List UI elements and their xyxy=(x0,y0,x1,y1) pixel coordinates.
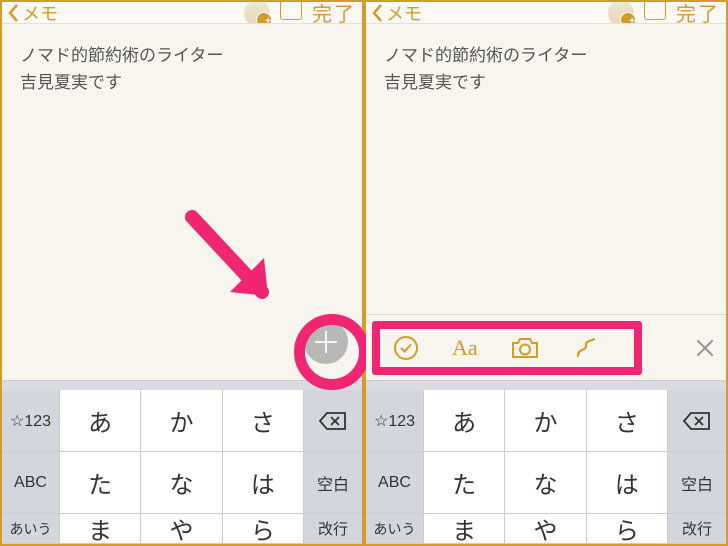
note-text: ノマド的節約術のライター 吉見夏実です xyxy=(384,42,708,96)
key-sa[interactable]: さ xyxy=(587,390,668,452)
keyboard: ☆123 あ か さ ABC た な は 空白 あいう ま や ら 改行 xyxy=(2,380,362,544)
key-ma[interactable]: ま xyxy=(424,514,505,544)
key-ra[interactable]: ら xyxy=(587,514,668,544)
camera-icon[interactable] xyxy=(510,336,540,360)
note-text: ノマド的節約術のライター 吉見夏実です xyxy=(20,42,344,96)
note-body[interactable]: ノマド的節約術のライター 吉見夏実です xyxy=(366,24,726,314)
checklist-icon[interactable] xyxy=(392,334,420,362)
key-ta[interactable]: た xyxy=(60,452,141,514)
key-a[interactable]: あ xyxy=(60,390,141,452)
left-screenshot: メモ + 完了 ノマド的節約術のライター 吉見夏実です ☆123 あ か さ xyxy=(2,2,362,544)
share-icon[interactable] xyxy=(280,2,302,20)
key-ma[interactable]: ま xyxy=(60,514,141,544)
key-ha[interactable]: は xyxy=(223,452,304,514)
key-mode-kana[interactable]: あいう xyxy=(2,514,60,544)
nav-right: + 完了 xyxy=(608,2,720,24)
key-ra[interactable]: ら xyxy=(223,514,304,544)
close-toolbar-button[interactable] xyxy=(694,337,716,359)
key-ya[interactable]: や xyxy=(505,514,586,544)
chevron-left-icon xyxy=(370,2,384,24)
key-return[interactable]: 改行 xyxy=(668,514,726,544)
key-mode-abc[interactable]: ABC xyxy=(2,452,60,514)
back-button[interactable]: メモ xyxy=(370,2,422,24)
chevron-left-icon xyxy=(6,2,20,24)
annotation-arrow-icon xyxy=(172,202,292,322)
nav-bar: メモ + 完了 xyxy=(2,2,362,24)
back-label: メモ xyxy=(22,2,58,24)
right-screenshot: メモ + 完了 ノマド的節約術のライター 吉見夏実です Aa xyxy=(366,2,726,544)
back-label: メモ xyxy=(386,2,422,24)
share-people-button[interactable]: + xyxy=(608,2,634,24)
key-space[interactable]: 空白 xyxy=(304,452,362,514)
key-na[interactable]: な xyxy=(141,452,222,514)
text-format-icon[interactable]: Aa xyxy=(452,335,478,361)
key-backspace[interactable] xyxy=(304,390,362,452)
key-mode-abc[interactable]: ABC xyxy=(366,452,424,514)
key-na[interactable]: な xyxy=(505,452,586,514)
keyboard-suggestion-bar xyxy=(366,380,726,390)
key-mode-num[interactable]: ☆123 xyxy=(2,390,60,452)
nav-right: + 完了 xyxy=(244,2,356,24)
key-ka[interactable]: か xyxy=(141,390,222,452)
nav-bar: メモ + 完了 xyxy=(366,2,726,24)
key-sa[interactable]: さ xyxy=(223,390,304,452)
done-button[interactable]: 完了 xyxy=(676,2,720,24)
key-ya[interactable]: や xyxy=(141,514,222,544)
add-attachment-button[interactable] xyxy=(304,320,348,364)
key-space[interactable]: 空白 xyxy=(668,452,726,514)
key-a[interactable]: あ xyxy=(424,390,505,452)
key-backspace[interactable] xyxy=(668,390,726,452)
keyboard: ☆123 あ か さ ABC た な は 空白 あいう ま や ら 改行 xyxy=(366,380,726,544)
share-people-button[interactable]: + xyxy=(244,2,270,24)
key-mode-num[interactable]: ☆123 xyxy=(366,390,424,452)
attachment-toolbar: Aa xyxy=(366,314,726,380)
done-button[interactable]: 完了 xyxy=(312,2,356,24)
key-ka[interactable]: か xyxy=(505,390,586,452)
keyboard-suggestion-bar xyxy=(2,380,362,390)
sketch-icon[interactable] xyxy=(572,334,600,362)
key-mode-kana[interactable]: あいう xyxy=(366,514,424,544)
note-body[interactable]: ノマド的節約術のライター 吉見夏実です xyxy=(2,24,362,380)
back-button[interactable]: メモ xyxy=(6,2,58,24)
key-ha[interactable]: は xyxy=(587,452,668,514)
key-ta[interactable]: た xyxy=(424,452,505,514)
share-icon[interactable] xyxy=(644,2,666,20)
key-return[interactable]: 改行 xyxy=(304,514,362,544)
